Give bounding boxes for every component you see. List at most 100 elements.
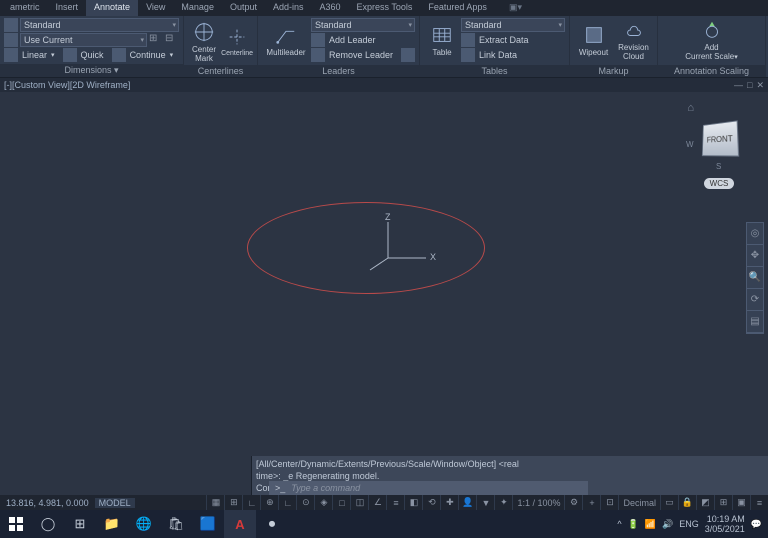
minimize-icon[interactable]: — [734,80,743,91]
model-space-button[interactable]: MODEL [95,498,135,508]
edge-icon[interactable]: 🌐 [128,510,160,538]
linear-button[interactable]: Linear [22,50,47,60]
viewcube-face[interactable]: FRONT [702,120,739,156]
qp-icon[interactable]: ▭ [660,495,678,510]
nav-wheel-icon[interactable]: ◎ [747,223,763,245]
tab-annotate[interactable]: Annotate [86,0,138,16]
clean-icon[interactable]: ▣ [732,495,750,510]
tab-featured[interactable]: Featured Apps [420,0,495,16]
lineweight-toggle[interactable]: ≡ [386,495,404,510]
cycling-toggle[interactable]: ⟲ [422,495,440,510]
gear-icon[interactable]: ⚙ [564,495,582,510]
tray-chevron-icon[interactable]: ^ [617,519,621,529]
iso-icon[interactable]: ◩ [696,495,714,510]
dim-layer-dropdown[interactable]: Use Current [20,33,147,47]
tab-view[interactable]: View [138,0,173,16]
isodraft-toggle[interactable]: ◈ [314,495,332,510]
otrack-toggle[interactable]: ∠ [368,495,386,510]
tab-parametric[interactable]: ametric [2,0,48,16]
layer-icon[interactable] [4,33,18,47]
nav-pan-icon[interactable]: ✥ [747,245,763,267]
tray-wifi-icon[interactable]: 📶 [645,519,656,530]
wcs-badge[interactable]: WCS [704,178,735,189]
link-data-button[interactable]: Link Data [479,50,517,60]
units-dropdown[interactable]: Decimal [618,495,660,510]
dim-small-2-icon[interactable]: ⊟ [165,33,179,47]
add-leader-icon [311,33,325,47]
nav-showmotion-icon[interactable]: ▤ [747,311,763,333]
grid-toggle[interactable]: ▦ [206,495,224,510]
add-leader-button[interactable]: Add Leader [329,35,376,45]
command-input[interactable]: >_ Type a command [269,481,588,495]
extract-data-button[interactable]: Extract Data [479,35,529,45]
filter-icon[interactable]: ▼ [476,495,494,510]
osnap-toggle[interactable]: □ [332,495,350,510]
store-icon[interactable]: 🛍 [160,510,192,538]
leader-style-dropdown[interactable]: Standard [311,18,415,32]
continue-button[interactable]: Continue [130,50,166,60]
tray-volume-icon[interactable]: 🔊 [662,519,673,530]
close-icon[interactable]: ✕ [756,80,764,91]
dyninput-toggle[interactable]: ⊕ [260,495,278,510]
lock-icon[interactable]: 🔒 [678,495,696,510]
tab-express[interactable]: Express Tools [349,0,421,16]
tab-a360[interactable]: A360 [312,0,349,16]
nav-orbit-icon[interactable]: ⟳ [747,289,763,311]
app-icon-1[interactable]: 🟦 [192,510,224,538]
drawing-canvas[interactable]: X Z ⌂ FRONT W S WCS ◎ ✥ 🔍 ⟳ ▤ [0,92,768,456]
add-scale-button[interactable]: AddCurrent Scale▾ [683,18,741,62]
center-mark-button[interactable]: CenterMark [188,20,220,64]
dim-small-1-icon[interactable]: ⊞ [149,33,163,47]
ortho-toggle[interactable]: ∟ [278,495,296,510]
snap-toggle[interactable]: ⊞ [224,495,242,510]
workspace-icon[interactable]: ⊡ [600,495,618,510]
coordinates-readout[interactable]: 13.816, 4.981, 0.000 [0,498,95,508]
annomonitor-toggle[interactable]: ✚ [440,495,458,510]
cortana-icon[interactable]: ◯ [32,510,64,538]
3dosnap-toggle[interactable]: ◫ [350,495,368,510]
tab-output[interactable]: Output [222,0,265,16]
obs-icon[interactable]: ⏺ [256,510,288,538]
anno-scale[interactable]: 1:1 / 100% [512,495,564,510]
wipeout-button[interactable]: Wipeout [574,18,613,62]
tray-battery-icon[interactable]: 🔋 [628,519,639,530]
tray-lang[interactable]: ENG [679,519,699,529]
tray-notifications-icon[interactable]: 💬 [751,519,762,530]
tray-clock[interactable]: 10:19 AM 3/05/2021 [705,514,745,534]
explorer-icon[interactable]: 📁 [96,510,128,538]
taskview-icon[interactable]: ⊞ [64,510,96,538]
tab-manage[interactable]: Manage [173,0,222,16]
hw-icon[interactable]: ⊞ [714,495,732,510]
start-button[interactable] [0,510,32,538]
ellipse-shape[interactable] [247,202,485,294]
view-label[interactable]: [-][Custom View][2D Wireframe] [4,80,130,90]
maximize-icon[interactable]: □ [747,80,752,91]
tab-insert[interactable]: Insert [48,0,87,16]
home-icon[interactable]: ⌂ [687,102,694,114]
quick-button[interactable]: Quick [81,50,104,60]
align-leader-icon[interactable] [401,48,415,62]
infer-toggle[interactable]: ∟ [242,495,260,510]
panel-title-dimensions[interactable]: Dimensions ▾ [0,64,183,77]
autocad-taskbar-icon[interactable]: A [224,510,256,538]
revision-cloud-button[interactable]: RevisionCloud [614,18,653,62]
cmd-chevron-icon: >_ [275,483,285,493]
gizmo-icon[interactable]: ✦ [494,495,512,510]
viewcube[interactable]: FRONT W S WCS [700,122,738,189]
dim-style-dropdown[interactable]: Standard [20,18,179,32]
transparency-toggle[interactable]: ◧ [404,495,422,510]
dim-icon[interactable] [4,18,18,32]
remove-leader-button[interactable]: Remove Leader [329,50,393,60]
customize-icon[interactable]: ≡ [750,495,768,510]
multileader-button[interactable]: Multileader [262,18,310,62]
tab-addins[interactable]: Add-ins [265,0,312,16]
centerline-button[interactable]: Centerline [221,20,253,64]
table-button[interactable]: Table [424,18,460,62]
nav-zoom-icon[interactable]: 🔍 [747,267,763,289]
table-style-dropdown[interactable]: Standard [461,18,565,32]
polar-toggle[interactable]: ⊙ [296,495,314,510]
person-icon[interactable]: 👤 [458,495,476,510]
plus-icon[interactable]: + [582,495,600,510]
tab-overflow-icon[interactable]: ▣▾ [501,0,530,16]
panel-leaders: Multileader Standard Add Leader Remove L… [258,16,420,77]
